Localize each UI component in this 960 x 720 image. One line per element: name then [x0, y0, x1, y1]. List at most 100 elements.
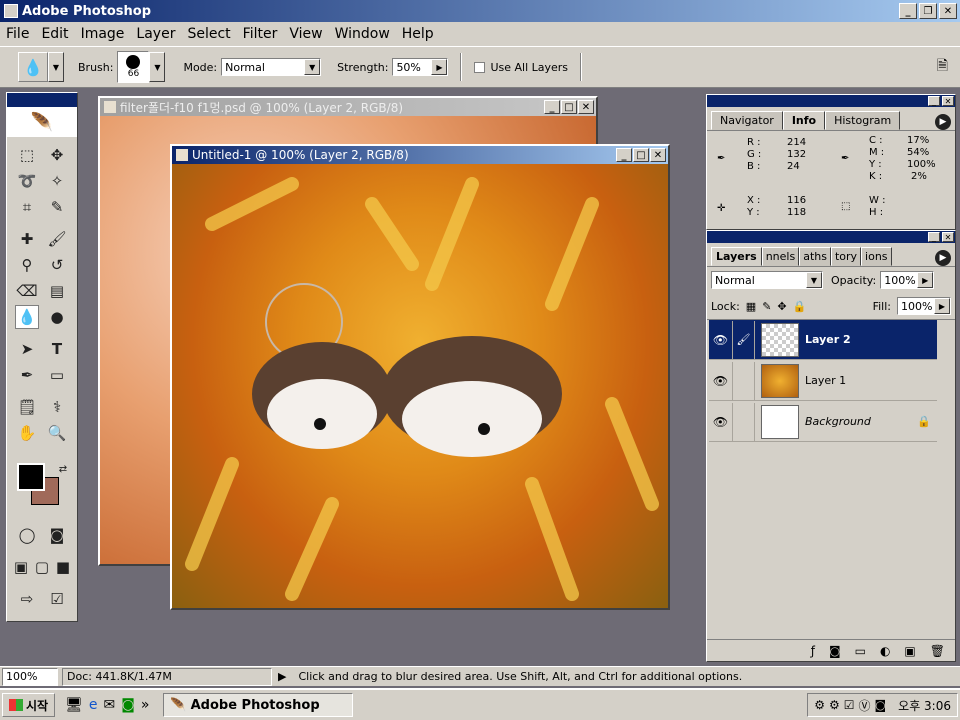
doc-front-maximize-button[interactable]: □ — [633, 148, 649, 162]
layers-minimize-button[interactable]: _ — [928, 232, 940, 242]
layer-row-layer-2[interactable]: 👁 🖌 Layer 2 — [709, 320, 937, 360]
jump-to-app-icon[interactable]: ☑ — [45, 587, 69, 611]
tray-icon-1[interactable]: ⚙ — [814, 698, 825, 712]
tab-layers[interactable]: Layers — [711, 247, 762, 266]
layer-link-slot[interactable] — [733, 402, 755, 441]
screen-mode-2-icon[interactable]: ▢ — [32, 555, 52, 579]
type-tool-icon[interactable]: T — [45, 337, 69, 361]
close-button[interactable]: ✕ — [939, 3, 957, 19]
healing-brush-icon[interactable]: ✚ — [15, 227, 39, 251]
lock-position-icon[interactable]: ✥ — [777, 300, 786, 313]
desktop-icon[interactable]: 🖥 — [65, 697, 83, 713]
menu-select[interactable]: Select — [181, 26, 236, 42]
fill-slider-icon[interactable]: ▶ — [934, 298, 950, 314]
tab-history[interactable]: tory — [830, 247, 862, 266]
path-selection-icon[interactable]: ➤ — [15, 337, 39, 361]
swap-colors-icon[interactable]: ⇄ — [51, 457, 75, 481]
menu-help[interactable]: Help — [396, 26, 440, 42]
tab-actions[interactable]: ions — [861, 247, 892, 266]
magic-wand-icon[interactable]: ✧ — [45, 169, 69, 193]
minimize-button[interactable]: _ — [899, 3, 917, 19]
zoom-field[interactable]: 100% — [2, 667, 58, 686]
restore-button[interactable]: ❐ — [919, 3, 937, 19]
blur-tool-icon[interactable]: 💧 — [15, 305, 39, 329]
app-quick-icon[interactable]: ◙ — [121, 697, 135, 713]
eraser-tool-icon[interactable]: ⌫ — [15, 279, 39, 303]
visibility-eye-icon[interactable]: 👁 — [709, 361, 733, 400]
fill-input[interactable]: 100% ▶ — [897, 297, 951, 315]
clone-stamp-icon[interactable]: ⚲ — [15, 253, 39, 277]
move-tool-icon[interactable]: ✥ — [45, 143, 69, 167]
mode-dropdown-icon[interactable]: ▼ — [304, 59, 321, 75]
eyedropper-icon[interactable]: ⚕ — [45, 395, 69, 419]
foreground-color-swatch[interactable] — [17, 463, 45, 491]
brush-edit-icon[interactable]: 🖌 — [733, 320, 755, 359]
jump-to-imageready-icon[interactable]: ⇨ — [15, 587, 39, 611]
outlook-icon[interactable]: ✉ — [104, 697, 116, 713]
opacity-input[interactable]: 100% ▶ — [880, 271, 935, 289]
slice-tool-icon[interactable]: ✎ — [45, 195, 69, 219]
tab-navigator[interactable]: Navigator — [711, 111, 783, 130]
info-close-button[interactable]: ✕ — [942, 96, 954, 106]
tab-paths[interactable]: aths — [799, 247, 831, 266]
shape-tool-icon[interactable]: ▭ — [45, 363, 69, 387]
menu-layer[interactable]: Layer — [130, 26, 181, 42]
layer-row-layer-1[interactable]: 👁 Layer 1 — [709, 361, 937, 401]
layer-link-slot[interactable] — [733, 361, 755, 400]
tab-histogram[interactable]: Histogram — [825, 111, 901, 130]
menu-image[interactable]: Image — [75, 26, 131, 42]
tool-preset-picker[interactable]: 💧 — [18, 52, 48, 82]
pen-tool-icon[interactable]: ✒ — [15, 363, 39, 387]
tab-channels[interactable]: nnels — [761, 247, 800, 266]
tray-icon-4[interactable]: Ⓥ — [858, 697, 870, 714]
mode-select[interactable]: Normal ▼ — [221, 58, 322, 76]
visibility-eye-icon[interactable]: 👁 — [709, 320, 733, 359]
gradient-tool-icon[interactable]: ▤ — [45, 279, 69, 303]
screen-mode-3-icon[interactable]: ■ — [53, 555, 73, 579]
layer-style-icon[interactable]: ƒ — [811, 644, 815, 658]
menu-view[interactable]: View — [283, 26, 328, 42]
menu-window[interactable]: Window — [329, 26, 396, 42]
info-menu-icon[interactable]: ▶ — [935, 114, 951, 130]
tool-preset-dropdown-icon[interactable]: ▼ — [48, 52, 64, 82]
strength-input[interactable]: 50% ▶ — [392, 58, 449, 76]
ie-icon[interactable]: e — [89, 697, 98, 713]
screen-mode-1-icon[interactable]: ▣ — [11, 555, 31, 579]
brush-picker[interactable]: 66 — [117, 51, 150, 83]
layer-mask-icon[interactable]: ◙ — [829, 644, 841, 658]
new-layer-icon[interactable]: ▣ — [904, 644, 915, 658]
doc-front-minimize-button[interactable]: _ — [616, 148, 632, 162]
tray-icon-5[interactable]: ◙ — [875, 698, 887, 712]
lock-transparency-icon[interactable]: ▦ — [746, 300, 756, 313]
lock-all-icon[interactable]: 🔒 — [793, 300, 807, 313]
layers-close-button[interactable]: ✕ — [942, 232, 954, 242]
palette-well-icon[interactable]: 🗎 — [937, 55, 948, 79]
menu-edit[interactable]: Edit — [35, 26, 74, 42]
use-all-layers-checkbox[interactable] — [474, 61, 486, 73]
menu-file[interactable]: File — [0, 26, 35, 42]
status-menu-icon[interactable]: ▶ — [278, 670, 286, 683]
doc-back-maximize-button[interactable]: □ — [561, 100, 577, 114]
layer-row-background[interactable]: 👁 Background 🔒 — [709, 402, 937, 442]
opacity-slider-icon[interactable]: ▶ — [917, 272, 934, 288]
task-button-photoshop[interactable]: 🪶 Adobe Photoshop — [163, 693, 354, 717]
quick-mask-icon[interactable]: ◙ — [45, 523, 69, 547]
brush-tool-icon[interactable]: 🖌 — [45, 227, 69, 251]
document-canvas-front[interactable] — [172, 164, 668, 608]
delete-layer-icon[interactable]: 🗑 — [930, 644, 945, 658]
dodge-tool-icon[interactable]: ● — [45, 305, 69, 329]
blend-mode-select[interactable]: Normal ▼ — [711, 271, 823, 289]
doc-back-close-button[interactable]: ✕ — [578, 100, 594, 114]
more-quicklaunch-icon[interactable]: » — [141, 697, 150, 713]
document-window-front[interactable]: Untitled-1 @ 100% (Layer 2, RGB/8) _ □ ✕ — [170, 144, 670, 610]
tray-icon-2[interactable]: ⚙ — [829, 698, 840, 712]
marquee-tool-icon[interactable]: ⬚ — [15, 143, 39, 167]
crop-tool-icon[interactable]: ⌗ — [15, 195, 39, 219]
brush-dropdown-icon[interactable]: ▼ — [149, 52, 166, 82]
visibility-eye-icon[interactable]: 👁 — [709, 402, 733, 441]
new-set-icon[interactable]: ▭ — [855, 644, 866, 658]
start-button[interactable]: 시작 — [2, 693, 56, 717]
hand-tool-icon[interactable]: ✋ — [15, 421, 39, 445]
zoom-tool-icon[interactable]: 🔍 — [45, 421, 69, 445]
doc-info[interactable]: Doc: 441.8K/1.47M — [62, 667, 272, 686]
